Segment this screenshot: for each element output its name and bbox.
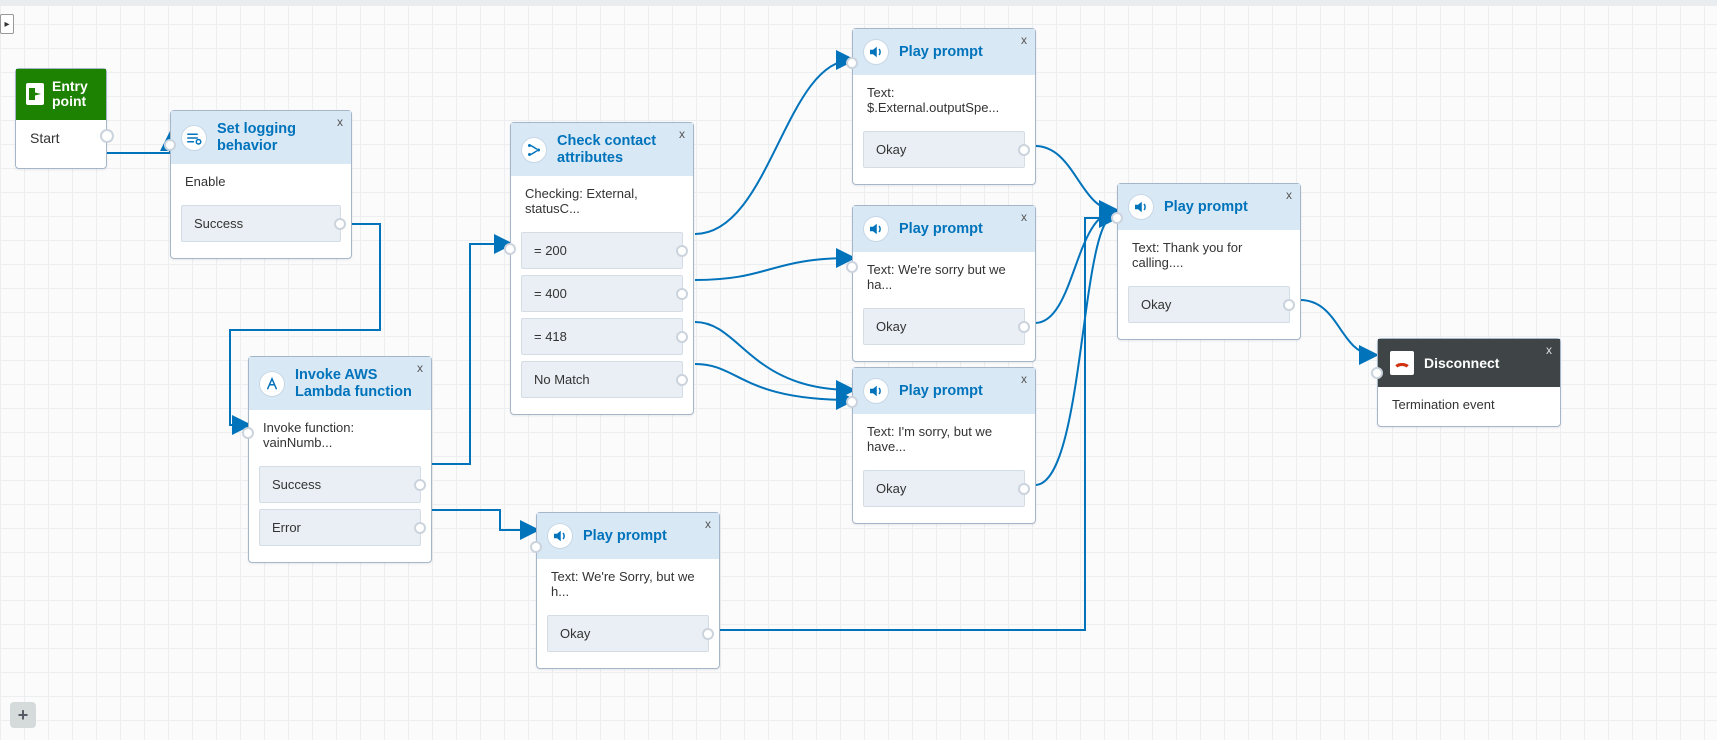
- in-port[interactable]: [164, 139, 176, 151]
- close-icon[interactable]: x: [1021, 372, 1027, 386]
- out-port[interactable]: [414, 479, 426, 491]
- entry-out-port[interactable]: [100, 129, 114, 143]
- speaker-icon: [863, 378, 889, 404]
- plus-icon: +: [18, 705, 29, 726]
- branch-okay[interactable]: Okay: [547, 615, 709, 652]
- out-port[interactable]: [702, 628, 714, 640]
- node-subtitle: Termination event: [1378, 387, 1560, 422]
- zoom-in-button[interactable]: +: [10, 702, 36, 728]
- node-header: Play prompt: [853, 29, 1035, 75]
- node-subtitle: Text: $.External.outputSpe...: [853, 75, 1035, 125]
- hangup-icon: [1390, 351, 1414, 375]
- node-header: Play prompt: [537, 513, 719, 559]
- node-set-logging[interactable]: x Set logging behavior Enable Success: [170, 110, 352, 259]
- branch-success[interactable]: Success: [259, 466, 421, 503]
- branch-icon: [521, 137, 547, 163]
- close-icon[interactable]: x: [1546, 343, 1552, 357]
- in-port[interactable]: [504, 243, 516, 255]
- entry-icon: [26, 83, 44, 105]
- node-header: Disconnect: [1378, 339, 1560, 387]
- node-title: Set logging behavior: [217, 121, 339, 154]
- branch-418[interactable]: = 418: [521, 318, 683, 355]
- in-port[interactable]: [1371, 367, 1383, 379]
- node-play-prompt-thanks[interactable]: x Play prompt Text: Thank you for callin…: [1117, 183, 1301, 340]
- node-title: Play prompt: [899, 221, 983, 238]
- chevron-right-icon: ▸: [4, 19, 9, 30]
- close-icon[interactable]: x: [705, 517, 711, 531]
- in-port[interactable]: [846, 261, 858, 273]
- node-header: Play prompt: [1118, 184, 1300, 230]
- out-port[interactable]: [1283, 299, 1295, 311]
- node-header: Play prompt: [853, 206, 1035, 252]
- branch-okay[interactable]: Okay: [1128, 286, 1290, 323]
- in-port[interactable]: [242, 427, 254, 439]
- node-play-prompt-400[interactable]: x Play prompt Text: We're sorry but we h…: [852, 205, 1036, 362]
- node-title: Check contact attributes: [557, 133, 681, 166]
- branch-okay[interactable]: Okay: [863, 470, 1025, 507]
- flow-canvas[interactable]: ▸: [0, 0, 1717, 740]
- node-invoke-lambda[interactable]: x Invoke AWS Lambda function Invoke func…: [248, 356, 432, 563]
- speaker-icon: [863, 39, 889, 65]
- speaker-icon: [863, 216, 889, 242]
- node-title: Invoke AWS Lambda function: [295, 367, 419, 400]
- branch-success[interactable]: Success: [181, 205, 341, 242]
- node-disconnect[interactable]: x Disconnect Termination event: [1377, 338, 1561, 427]
- node-header: Play prompt: [853, 368, 1035, 414]
- node-play-prompt-error[interactable]: x Play prompt Text: We're Sorry, but we …: [536, 512, 720, 669]
- node-play-prompt-418[interactable]: x Play prompt Text: I'm sorry, but we ha…: [852, 367, 1036, 524]
- close-icon[interactable]: x: [417, 361, 423, 375]
- close-icon[interactable]: x: [679, 127, 685, 141]
- node-check-attributes[interactable]: x Check contact attributes Checking: Ext…: [510, 122, 694, 415]
- out-port[interactable]: [1018, 144, 1030, 156]
- in-port[interactable]: [846, 396, 858, 408]
- branch-nomatch[interactable]: No Match: [521, 361, 683, 398]
- out-port[interactable]: [414, 522, 426, 534]
- node-title: Play prompt: [1164, 199, 1248, 216]
- node-subtitle: Text: We're Sorry, but we h...: [537, 559, 719, 609]
- node-subtitle: Enable: [171, 164, 351, 199]
- branch-400[interactable]: = 400: [521, 275, 683, 312]
- node-subtitle: Text: We're sorry but we ha...: [853, 252, 1035, 302]
- branch-200[interactable]: = 200: [521, 232, 683, 269]
- node-play-prompt-200[interactable]: x Play prompt Text: $.External.outputSpe…: [852, 28, 1036, 185]
- out-port[interactable]: [676, 288, 688, 300]
- out-port[interactable]: [676, 245, 688, 257]
- node-title: Play prompt: [899, 44, 983, 61]
- close-icon[interactable]: x: [337, 115, 343, 129]
- node-header: Set logging behavior: [171, 111, 351, 164]
- node-subtitle: Text: Thank you for calling....: [1118, 230, 1300, 280]
- in-port[interactable]: [846, 57, 858, 69]
- in-port[interactable]: [530, 541, 542, 553]
- toolbar-strip: [0, 0, 1717, 6]
- node-title: Play prompt: [899, 383, 983, 400]
- node-entry-point[interactable]: Entry point Start: [15, 68, 107, 169]
- close-icon[interactable]: x: [1021, 33, 1027, 47]
- lambda-icon: [259, 371, 285, 397]
- node-title: Disconnect: [1424, 355, 1499, 371]
- node-subtitle: Checking: External, statusC...: [511, 176, 693, 226]
- branch-okay[interactable]: Okay: [863, 308, 1025, 345]
- node-subtitle: Invoke function: vainNumb...: [249, 410, 431, 460]
- speaker-icon: [1128, 194, 1154, 220]
- out-port[interactable]: [334, 218, 346, 230]
- in-port[interactable]: [1111, 212, 1123, 224]
- entry-header: Entry point: [16, 69, 106, 120]
- close-icon[interactable]: x: [1286, 188, 1292, 202]
- branch-okay[interactable]: Okay: [863, 131, 1025, 168]
- node-subtitle: Text: I'm sorry, but we have...: [853, 414, 1035, 464]
- out-port[interactable]: [1018, 483, 1030, 495]
- entry-start-label: Start: [16, 120, 106, 156]
- branch-error[interactable]: Error: [259, 509, 421, 546]
- entry-title: Entry point: [52, 79, 94, 110]
- node-header: Invoke AWS Lambda function: [249, 357, 431, 410]
- out-port[interactable]: [1018, 321, 1030, 333]
- out-port[interactable]: [676, 331, 688, 343]
- node-title: Play prompt: [583, 528, 667, 545]
- node-header: Check contact attributes: [511, 123, 693, 176]
- close-icon[interactable]: x: [1021, 210, 1027, 224]
- speaker-icon: [547, 523, 573, 549]
- settings-icon: [181, 125, 207, 151]
- out-port[interactable]: [676, 374, 688, 386]
- sidebar-toggle[interactable]: ▸: [0, 14, 14, 34]
